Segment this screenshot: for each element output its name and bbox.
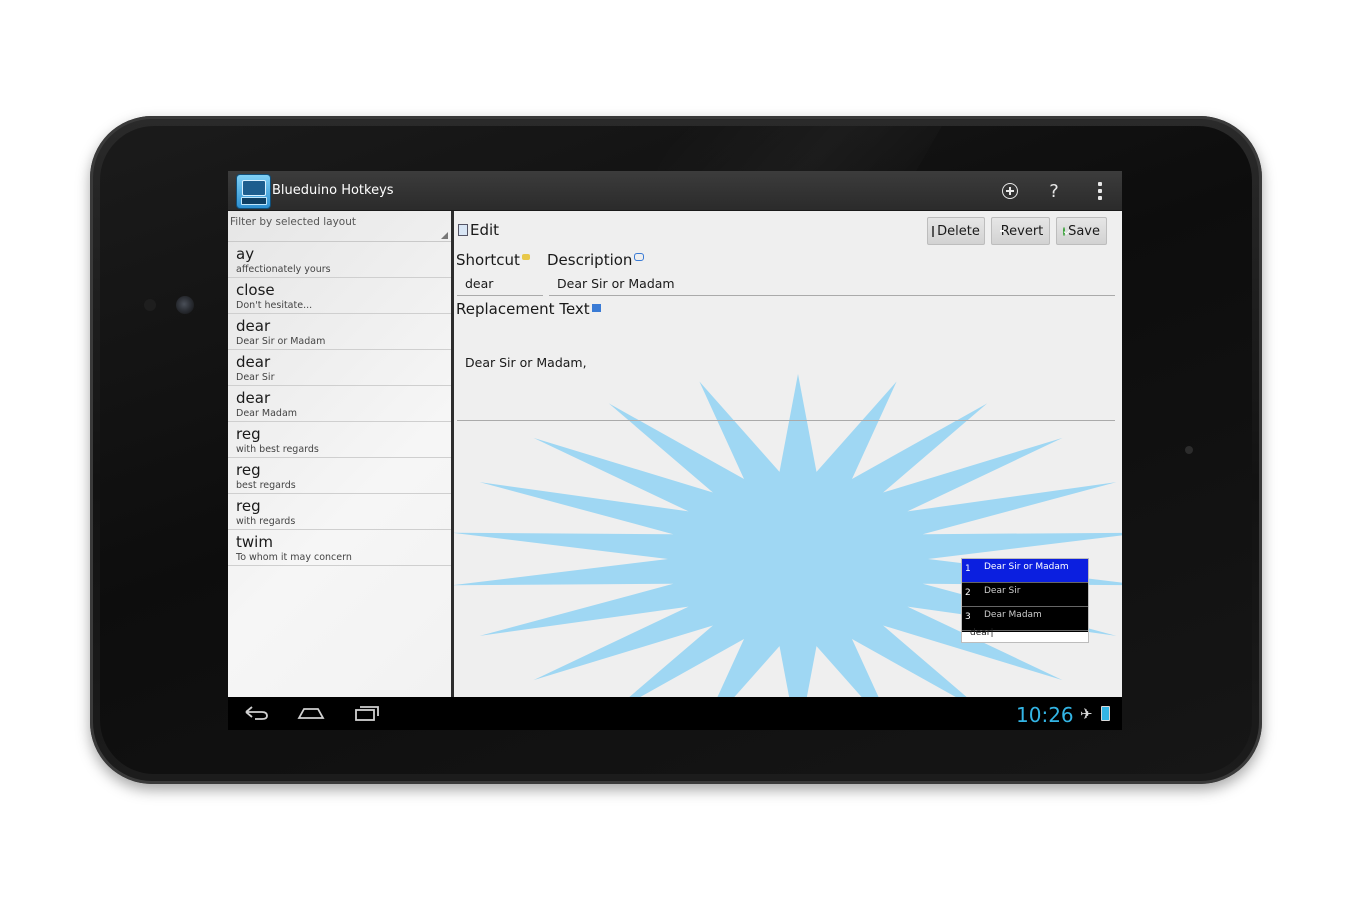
airplane-mode-icon: ✈: [1080, 705, 1093, 723]
edit-doc-icon: [458, 224, 468, 236]
save-icon: [1063, 226, 1066, 236]
suggestion-input[interactable]: dear|: [962, 628, 1088, 642]
hotkey-description: affectionately yours: [236, 264, 331, 275]
suggestion-popup: 1 Dear Sir or Madam 2 Dear Sir 3 Dear Madam d…: [961, 558, 1089, 643]
trash-icon: [932, 225, 935, 237]
replacement-text-field[interactable]: Dear Sir or Madam,: [457, 321, 1115, 421]
description-label: Description: [547, 251, 645, 269]
hotkey-shortcut: twim: [236, 533, 273, 551]
hotkey-shortcut: reg: [236, 497, 261, 515]
list-item[interactable]: close Don't hesitate...: [228, 278, 451, 314]
camera-icon: [176, 296, 194, 314]
spinner-arrow-icon: [441, 232, 448, 239]
hotkey-list-pane: Filter by selected layout ay affectionate…: [228, 211, 451, 697]
notification-led: [1185, 446, 1193, 454]
overflow-icon: [1098, 182, 1102, 200]
hotkey-description: with best regards: [236, 444, 319, 455]
shortcut-value: dear: [465, 276, 494, 291]
suggestion-number: 1: [965, 564, 971, 574]
hotkey-description: Dear Sir: [236, 372, 275, 383]
layout-filter-spinner[interactable]: Filter by selected layout: [228, 211, 451, 242]
hotkey-shortcut: reg: [236, 461, 261, 479]
list-item[interactable]: dear Dear Sir or Madam: [228, 314, 451, 350]
delete-button[interactable]: Delete: [927, 217, 985, 245]
overflow-menu-button[interactable]: [1086, 177, 1114, 205]
screen: Blueduino Hotkeys ? Filter by selected l…: [228, 171, 1122, 730]
save-button[interactable]: Save: [1056, 217, 1107, 245]
filter-placeholder: Filter by selected layout: [230, 216, 356, 228]
edit-heading: Edit: [458, 221, 499, 239]
recent-apps-icon[interactable]: [352, 704, 382, 722]
replacement-text-label: Replacement Text: [456, 300, 601, 318]
suggestion-text: Dear Sir or Madam: [984, 562, 1069, 572]
hotkey-description: best regards: [236, 480, 296, 491]
action-bar: Blueduino Hotkeys ?: [228, 171, 1122, 211]
system-nav-bar: 10:26 ✈: [228, 697, 1122, 730]
hotkey-description: To whom it may concern: [236, 552, 352, 563]
hotkey-shortcut: dear: [236, 389, 271, 407]
app-logo-icon[interactable]: [236, 174, 271, 209]
revert-button[interactable]: Revert: [991, 217, 1050, 245]
shortcut-field[interactable]: dear: [457, 273, 543, 296]
add-button[interactable]: [996, 177, 1024, 205]
app-title: Blueduino Hotkeys: [272, 183, 394, 198]
hotkey-description: Dear Madam: [236, 408, 298, 419]
list-item[interactable]: dear Dear Madam: [228, 386, 451, 422]
speech-bubble-icon: [634, 253, 645, 261]
replacement-value: Dear Sir or Madam,: [465, 355, 587, 370]
back-icon[interactable]: [241, 704, 271, 722]
hotkey-shortcut: dear: [236, 317, 271, 335]
hotkey-description: Dear Sir or Madam: [236, 336, 326, 347]
suggestion-number: 2: [965, 588, 971, 598]
description-field[interactable]: Dear Sir or Madam: [549, 273, 1115, 296]
suggestion-item[interactable]: 2 Dear Sir: [962, 583, 1088, 607]
hotkey-description: with regards: [236, 516, 296, 527]
hotkey-description: Don't hesitate...: [236, 300, 313, 311]
add-icon: [1002, 183, 1018, 199]
description-value: Dear Sir or Madam: [557, 276, 675, 291]
list-item[interactable]: twim To whom it may concern: [228, 530, 451, 566]
hotkey-shortcut: reg: [236, 425, 261, 443]
text-format-icon: [591, 303, 601, 312]
laptop-keyboard-icon: [241, 197, 267, 205]
hotkey-shortcut: close: [236, 281, 275, 299]
suggestion-text: Dear Madam: [984, 610, 1042, 620]
editor-pane: Edit Delete Revert Save Shortcut Descrip…: [454, 211, 1122, 697]
list-item[interactable]: dear Dear Sir: [228, 350, 451, 386]
key-icon: [521, 254, 530, 260]
typed-text: dear|: [970, 628, 994, 638]
help-button[interactable]: ?: [1040, 177, 1068, 205]
light-sensor: [144, 299, 156, 311]
list-item[interactable]: reg with regards: [228, 494, 451, 530]
hotkey-shortcut: ay: [236, 245, 255, 263]
suggestion-item[interactable]: 1 Dear Sir or Madam: [962, 559, 1088, 583]
help-icon: ?: [1049, 180, 1059, 202]
list-item[interactable]: reg with best regards: [228, 422, 451, 458]
suggestion-number: 3: [965, 612, 971, 622]
laptop-screen-icon: [242, 180, 266, 196]
suggestion-text: Dear Sir: [984, 586, 1021, 596]
list-item[interactable]: ay affectionately yours: [228, 242, 451, 278]
status-clock: 10:26: [1016, 703, 1074, 727]
home-icon[interactable]: [296, 704, 326, 722]
shortcut-label: Shortcut: [456, 251, 530, 269]
hotkey-shortcut: dear: [236, 353, 271, 371]
battery-icon: [1101, 706, 1110, 721]
list-item[interactable]: reg best regards: [228, 458, 451, 494]
